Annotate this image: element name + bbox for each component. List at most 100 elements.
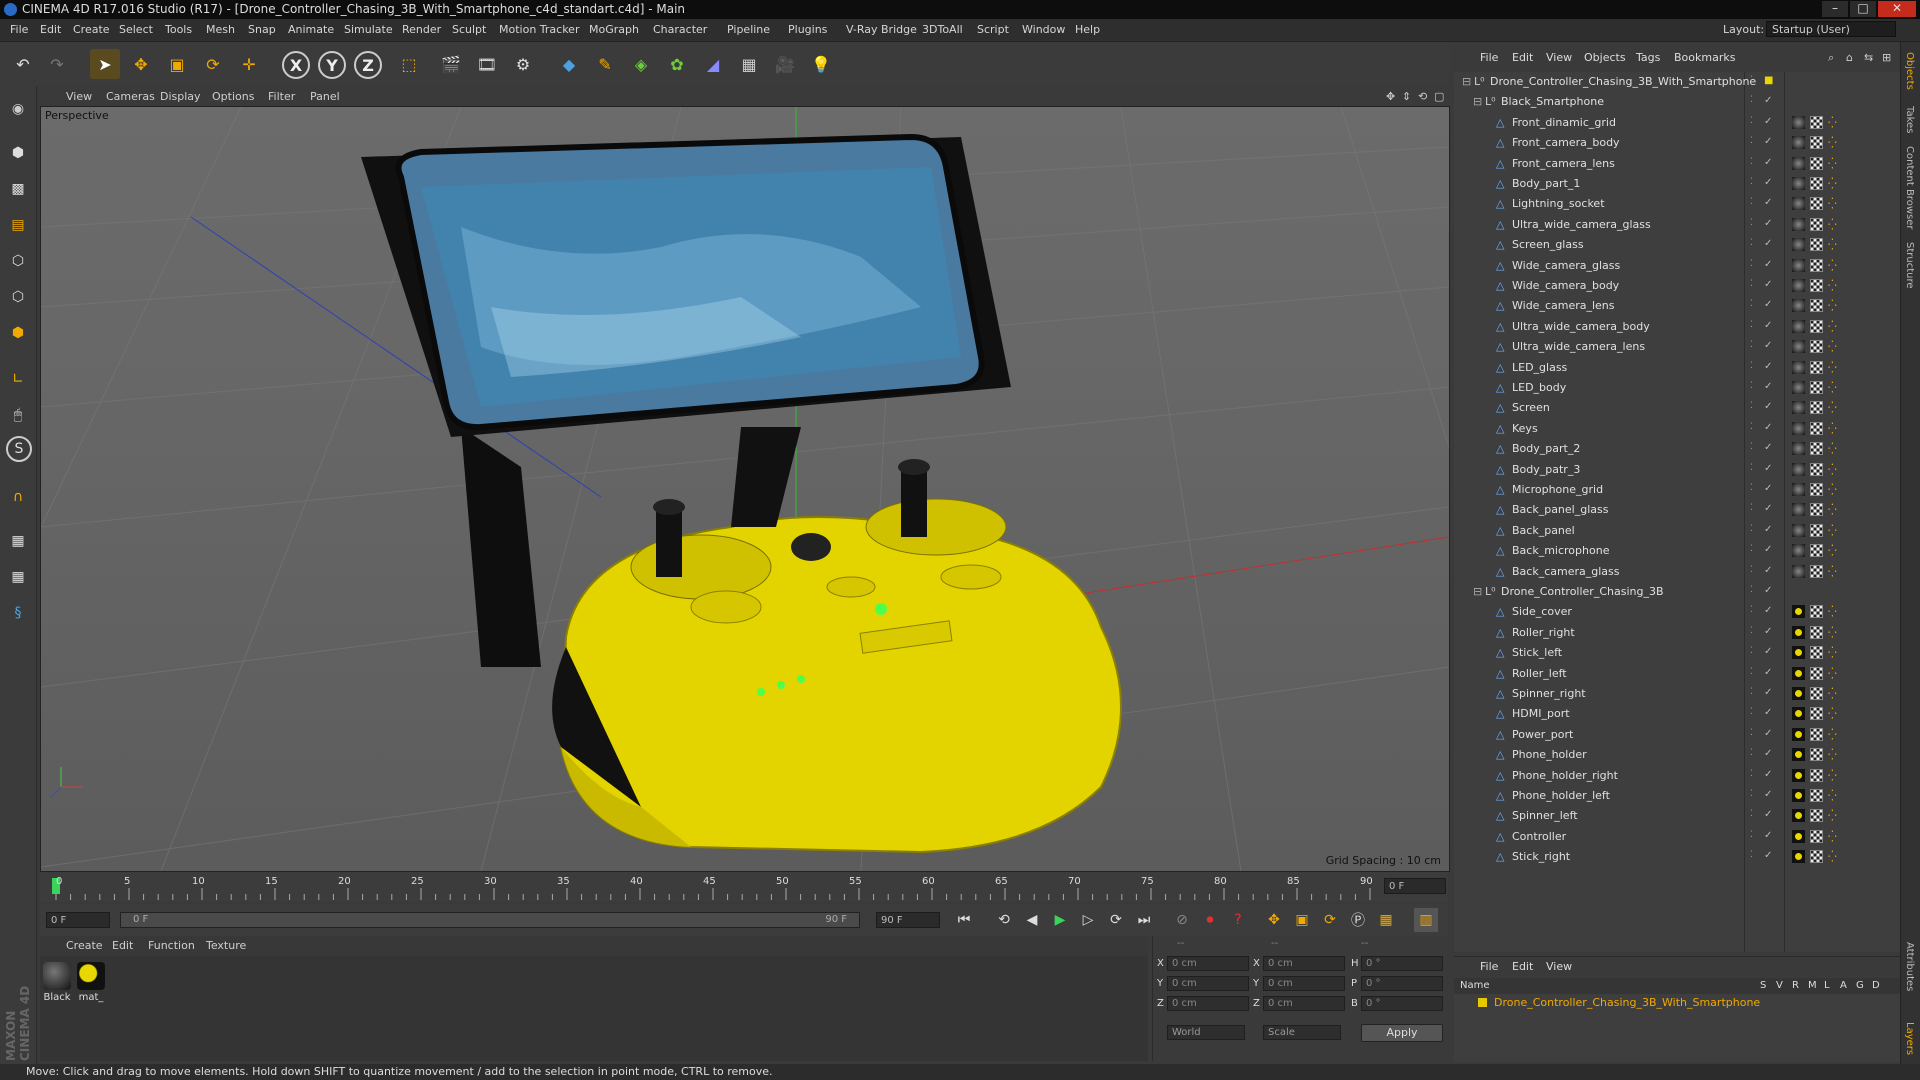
material-tag-icon[interactable]	[1792, 258, 1805, 272]
phong-tag-icon[interactable]: ⁛	[1828, 177, 1837, 190]
viewport-rotate-icon[interactable]: ⟲	[1418, 90, 1427, 103]
menu-animate[interactable]: Animate	[288, 23, 334, 36]
collapse-toggle-icon[interactable]: ⊟	[1462, 75, 1471, 88]
add-object-icon[interactable]: ✛	[234, 49, 264, 79]
enabled-check-icon[interactable]: ✓	[1764, 442, 1772, 453]
enabled-check-icon[interactable]: ✓	[1764, 565, 1772, 576]
phong-tag-icon[interactable]: ⁛	[1828, 463, 1837, 476]
enabled-check-icon[interactable]: ✓	[1764, 728, 1772, 739]
menu-simulate[interactable]: Simulate	[344, 23, 393, 36]
texture-tag-icon[interactable]	[1810, 156, 1823, 170]
material-tag-icon[interactable]	[1792, 687, 1805, 700]
key-scale-icon[interactable]: ▣	[1290, 908, 1314, 932]
viewport-zoom-icon[interactable]: ⇕	[1402, 90, 1411, 103]
visibility-toggle[interactable]: ⁚	[1750, 463, 1753, 473]
object-row[interactable]: △ Roller_right ⁚ ✓ ⁛	[1454, 623, 1900, 643]
tweak-mode-icon[interactable]: 🖱	[3, 400, 33, 430]
object-row[interactable]: △ Stick_right ⁚ ✓ ⁛	[1454, 847, 1900, 867]
material-tag-icon[interactable]	[1792, 666, 1805, 680]
record-keyframe-icon[interactable]: ⊘	[1170, 908, 1194, 932]
menu-window[interactable]: Window	[1022, 23, 1065, 36]
phong-tag-icon[interactable]: ⁛	[1828, 361, 1837, 374]
visibility-toggle[interactable]: ⁚	[1750, 259, 1753, 269]
phong-tag-icon[interactable]: ⁛	[1828, 401, 1837, 414]
tab-layers[interactable]: Layers	[1904, 1022, 1915, 1055]
object-row[interactable]: △ Controller ⁚ ✓ ⁛	[1454, 827, 1900, 847]
enabled-check-icon[interactable]: ✓	[1764, 769, 1772, 780]
cube-icon[interactable]: ◆	[554, 49, 584, 79]
menu-create[interactable]: Create	[73, 23, 110, 36]
visibility-toggle[interactable]: ⁚	[1750, 442, 1753, 452]
texture-tag-icon[interactable]	[1810, 483, 1823, 496]
visibility-toggle[interactable]: ⁚	[1750, 667, 1753, 677]
material-tag-icon[interactable]	[1792, 421, 1805, 435]
texture-tag-icon[interactable]	[1810, 503, 1823, 517]
previous-key-icon[interactable]: ⟲	[992, 908, 1016, 932]
enabled-check-icon[interactable]: ✓	[1764, 463, 1772, 474]
texture-tag-icon[interactable]	[1810, 605, 1823, 619]
phong-tag-icon[interactable]: ⁛	[1828, 850, 1837, 863]
object-row[interactable]: △ Ultra_wide_camera_lens ⁚ ✓ ⁛	[1454, 337, 1900, 357]
enabled-check-icon[interactable]: ✓	[1764, 116, 1772, 127]
material-tag-icon[interactable]	[1792, 829, 1805, 843]
material-tag-icon[interactable]	[1792, 727, 1805, 741]
visibility-toggle[interactable]: ⁚	[1750, 585, 1753, 595]
material-tag-icon[interactable]	[1792, 360, 1805, 374]
material-tag-icon[interactable]	[1792, 319, 1805, 333]
size-x-field[interactable]: 0 cm	[1263, 956, 1345, 971]
axis-z-button[interactable]: Z	[354, 51, 382, 79]
visibility-toggle[interactable]: ⁚	[1750, 748, 1753, 758]
enabled-check-icon[interactable]: ✓	[1764, 218, 1772, 229]
phong-tag-icon[interactable]: ⁛	[1828, 320, 1837, 333]
timeline-layout-icon[interactable]: ▥	[1414, 908, 1438, 932]
texture-tag-icon[interactable]	[1810, 197, 1823, 211]
phong-tag-icon[interactable]: ⁛	[1828, 605, 1837, 618]
phong-tag-icon[interactable]: ⁛	[1828, 769, 1837, 782]
close-button[interactable]: ✕	[1878, 1, 1916, 17]
edges-mode-icon[interactable]: ⬡	[3, 282, 33, 312]
enabled-check-icon[interactable]: ✓	[1764, 279, 1772, 290]
enabled-check-icon[interactable]: ✓	[1764, 136, 1772, 147]
deformer-icon[interactable]: ◢	[698, 49, 728, 79]
enabled-check-icon[interactable]: ✓	[1764, 299, 1772, 310]
coordinate-space-select[interactable]: World	[1167, 1025, 1245, 1040]
layer-color-swatch[interactable]	[1478, 998, 1487, 1007]
material-tag-icon[interactable]	[1792, 503, 1805, 517]
object-row[interactable]: △ Screen_glass ⁚ ✓ ⁛	[1454, 235, 1900, 255]
material-tag-icon[interactable]	[1792, 442, 1805, 456]
objects-menu-tags[interactable]: Tags	[1636, 51, 1660, 64]
collapse-toggle-icon[interactable]: ⊟	[1473, 585, 1482, 598]
layers-menu-file[interactable]: File	[1480, 960, 1498, 973]
object-row[interactable]: △ Wide_camera_glass ⁚ ✓ ⁛	[1454, 256, 1900, 276]
material-tag-icon[interactable]	[1792, 217, 1805, 231]
phong-tag-icon[interactable]: ⁛	[1828, 238, 1837, 251]
enabled-check-icon[interactable]: ✓	[1764, 381, 1772, 392]
menu-vray-bridge[interactable]: V-Ray Bridge	[846, 23, 917, 36]
object-row[interactable]: △ Front_dinamic_grid ⁚ ✓ ⁛	[1454, 113, 1900, 133]
phong-tag-icon[interactable]: ⁛	[1828, 789, 1837, 802]
visibility-toggle[interactable]: ⁚	[1750, 483, 1753, 493]
enabled-check-icon[interactable]: ✓	[1764, 340, 1772, 351]
object-row[interactable]: △ Ultra_wide_camera_glass ⁚ ✓ ⁛	[1454, 215, 1900, 235]
phong-tag-icon[interactable]: ⁛	[1828, 279, 1837, 292]
position-x-field[interactable]: 0 cm	[1167, 956, 1249, 971]
texture-tag-icon[interactable]	[1810, 340, 1823, 354]
object-row[interactable]: △ Lightning_socket ⁚ ✓ ⁛	[1454, 194, 1900, 214]
visibility-toggle[interactable]: ⁚	[1750, 687, 1753, 697]
texture-tag-icon[interactable]	[1810, 748, 1823, 762]
apply-button[interactable]: Apply	[1361, 1024, 1443, 1042]
tab-objects[interactable]: Objects	[1904, 52, 1915, 90]
texture-tag-icon[interactable]	[1810, 381, 1823, 394]
texture-tag-icon[interactable]	[1810, 850, 1823, 864]
viewport-move-icon[interactable]: ✥	[1386, 90, 1395, 103]
axis-mode-icon[interactable]: ∟	[3, 364, 33, 394]
enabled-check-icon[interactable]: ✓	[1764, 401, 1772, 412]
visibility-toggle[interactable]: ⁚	[1750, 95, 1753, 105]
menu-file[interactable]: File	[10, 23, 28, 36]
texture-tag-icon[interactable]	[1810, 442, 1823, 456]
material-swatch[interactable]: Black	[42, 962, 72, 1003]
objects-menu-objects[interactable]: Objects	[1584, 51, 1626, 64]
material-tag-icon[interactable]	[1792, 177, 1805, 190]
texture-tag-icon[interactable]	[1810, 727, 1823, 741]
material-tag-icon[interactable]	[1792, 748, 1805, 762]
